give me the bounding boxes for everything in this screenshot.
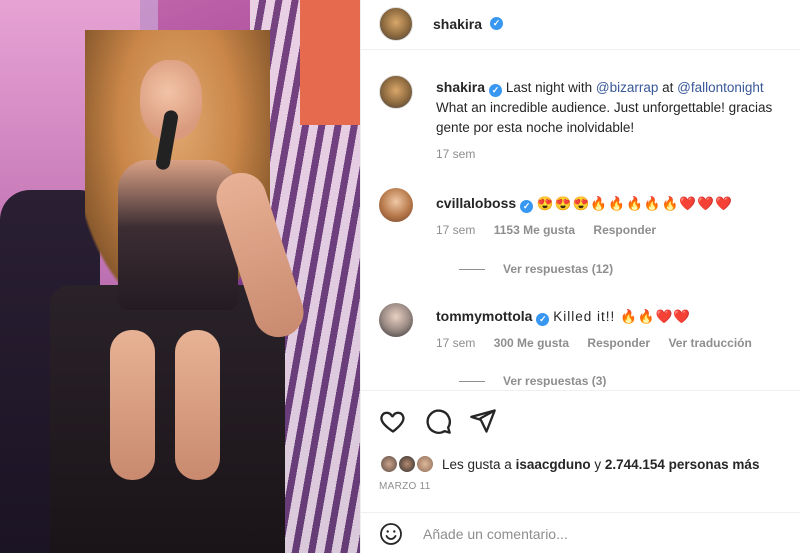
performer-outfit [50,285,285,553]
replies-line [459,269,485,271]
performer-leg [110,330,155,480]
likes-text[interactable]: Les gusta a isaacgduno y 2.744.154 perso… [442,457,759,472]
caption-line: What an incredible audience. Just unforg… [436,100,773,115]
comment-text: Killed it!! 🔥🔥❤️❤️ [553,309,692,324]
liker-avatar[interactable] [379,454,399,474]
commenter-avatar[interactable] [379,188,413,222]
comment-text: 😍😍😍🔥🔥🔥🔥🔥❤️❤️❤️ [536,196,733,211]
post-side-panel: shakira ✓ shakira ✓ Last night with @biza… [360,0,800,553]
translate-button[interactable]: Ver traducción [668,336,751,350]
liker-username[interactable]: isaacgduno [516,457,591,472]
caption-body: shakira ✓ Last night with @bizarrap at @f… [436,77,800,138]
comment-likes[interactable]: 1153 Me gusta [494,223,575,237]
comment-body: cvillaloboss ✓ 😍😍😍🔥🔥🔥🔥🔥❤️❤️❤️ [436,193,800,214]
comments-list[interactable]: shakira ✓ Last night with @bizarrap at @f… [361,51,800,387]
reply-button[interactable]: Responder [593,223,656,237]
commenter-username[interactable]: tommymottola [436,308,532,324]
comment-likes[interactable]: 300 Me gusta [494,336,569,350]
add-comment-bar [361,512,800,553]
likes-connector: y [590,457,605,472]
likes-summary: Les gusta a isaacgduno y 2.744.154 perso… [379,454,799,476]
view-replies-label: Ver respuestas (3) [503,374,607,387]
caption-text: Last night with [505,80,596,95]
commenter-username[interactable]: cvillaloboss [436,195,516,211]
comment-body: tommymottola ✓ Killed it!! 🔥🔥❤️❤️ [436,306,800,327]
verified-icon: ✓ [536,313,550,326]
stage-panel [300,0,360,125]
post-header: shakira ✓ [361,0,800,50]
comment-meta: 17 sem 300 Me gusta Responder Ver traduc… [436,336,767,350]
comment-input[interactable] [423,523,783,545]
comment-time[interactable]: 17 sem [436,336,475,350]
likes-count[interactable]: 2.744.154 personas más [605,457,760,472]
author-username[interactable]: shakira [433,16,482,32]
caption-time[interactable]: 17 sem [436,147,475,161]
comment-item: cvillaloboss ✓ 😍😍😍🔥🔥🔥🔥🔥❤️❤️❤️ 17 sem 1153… [379,188,799,278]
heart-icon[interactable] [379,407,407,435]
caption-meta: 17 sem [436,147,490,161]
share-icon[interactable] [469,407,497,435]
verified-icon: ✓ [490,17,503,30]
post-date[interactable]: MARZO 11 [379,481,431,492]
verified-icon: ✓ [489,84,503,97]
caption-username[interactable]: shakira [436,79,485,95]
replies-line [459,381,485,383]
view-replies-button[interactable]: Ver respuestas (3) [459,374,606,387]
caption-line: gente por esta noche inolvidable! [436,120,635,135]
comment-icon[interactable] [424,407,452,435]
view-replies-label: Ver respuestas (12) [503,262,614,276]
mention-link[interactable]: @fallontonight [677,80,764,95]
liker-avatar[interactable] [415,454,435,474]
verified-icon: ✓ [520,200,534,213]
comment-time[interactable]: 17 sem [436,223,475,237]
caption-avatar[interactable] [379,75,413,109]
caption: shakira ✓ Last night with @bizarrap at @f… [379,75,799,165]
liker-avatar[interactable] [397,454,417,474]
post-photo[interactable] [0,0,360,553]
comment-item: tommymottola ✓ Killed it!! 🔥🔥❤️❤️ 17 sem … [379,303,799,387]
reply-button[interactable]: Responder [587,336,650,350]
commenter-avatar[interactable] [379,303,413,337]
author-avatar[interactable] [379,7,413,41]
emoji-icon[interactable] [379,522,403,546]
mention-link[interactable]: @bizarrap [596,80,658,95]
action-bar [361,390,800,446]
performer-leg [175,330,220,480]
likes-prefix: Les gusta a [442,457,516,472]
comment-meta: 17 sem 1153 Me gusta Responder [436,223,671,237]
view-replies-button[interactable]: Ver respuestas (12) [459,262,613,276]
caption-text: at [658,80,678,95]
